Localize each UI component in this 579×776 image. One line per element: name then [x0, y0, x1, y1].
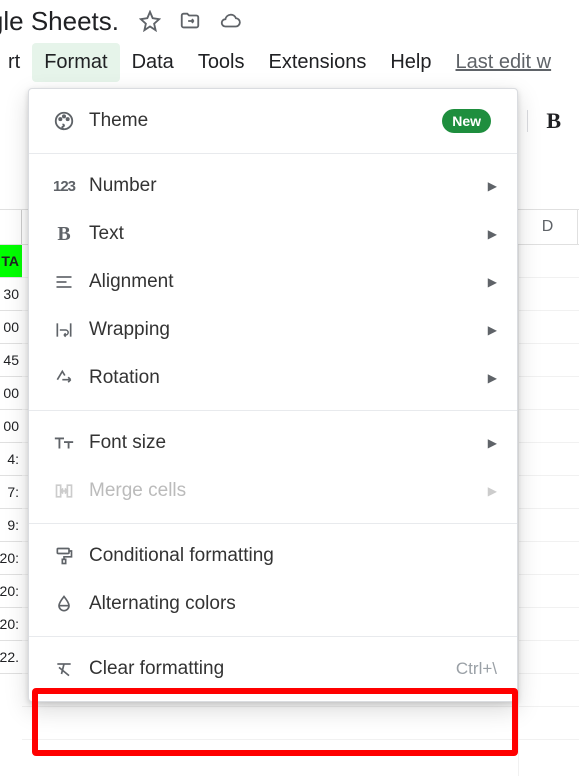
menu-item-conditional-formatting[interactable]: Conditional formatting	[29, 532, 517, 580]
chevron-right-icon: ▶	[488, 436, 497, 450]
menu-extensions[interactable]: Extensions	[257, 43, 379, 82]
menu-item-alignment[interactable]: Alignment ▶	[29, 258, 517, 306]
menu-tools[interactable]: Tools	[186, 43, 257, 82]
row-frag: 00	[0, 311, 22, 344]
menu-separator	[29, 523, 517, 524]
row-header-fragments: TA 30 00 45 00 00 4: 7: 9: 20: 20: 20: 2…	[0, 245, 22, 674]
bold-button[interactable]: B	[546, 108, 561, 134]
menu-item-merge-cells: Merge cells ▶	[29, 467, 517, 515]
menu-data[interactable]: Data	[120, 43, 186, 82]
menu-item-label: Clear formatting	[89, 658, 456, 680]
paint-roller-icon	[49, 546, 79, 566]
menu-item-label: Merge cells	[89, 480, 488, 502]
move-icon[interactable]	[179, 10, 201, 32]
row-frag: 9:	[0, 509, 22, 542]
chevron-right-icon: ▶	[488, 227, 497, 241]
align-icon	[49, 272, 79, 292]
menu-item-label: Theme	[89, 110, 442, 132]
menu-bar: rt Format Data Tools Extensions Help Las…	[0, 40, 579, 84]
menu-item-alternating-colors[interactable]: Alternating colors	[29, 580, 517, 628]
row-frag: 30	[0, 278, 22, 311]
menu-item-label: Number	[89, 175, 488, 197]
row-frag: 22.	[0, 641, 22, 674]
font-size-icon	[49, 432, 79, 454]
menu-insert-partial[interactable]: rt	[0, 43, 32, 82]
row-frag: 20:	[0, 542, 22, 575]
row-frag: TA	[0, 245, 22, 278]
row-frag: 20:	[0, 575, 22, 608]
wrap-icon	[49, 320, 79, 340]
chevron-right-icon: ▶	[488, 484, 497, 498]
row-frag: 00	[0, 377, 22, 410]
merge-icon	[49, 481, 79, 501]
menu-item-label: Font size	[89, 432, 488, 454]
menu-item-label: Text	[89, 223, 488, 245]
number-icon: 123	[49, 178, 79, 195]
menu-item-label: Rotation	[89, 367, 488, 389]
row-frag: 4:	[0, 443, 22, 476]
droplet-icon	[49, 594, 79, 614]
menu-separator	[29, 636, 517, 637]
menu-item-wrapping[interactable]: Wrapping ▶	[29, 306, 517, 354]
keyboard-shortcut: Ctrl+\	[456, 659, 497, 679]
row-frag: 00	[0, 410, 22, 443]
menu-item-font-size[interactable]: Font size ▶	[29, 419, 517, 467]
chevron-right-icon: ▶	[488, 275, 497, 289]
menu-item-theme[interactable]: Theme New	[29, 97, 517, 145]
menu-format[interactable]: Format	[32, 43, 119, 82]
menu-item-text[interactable]: B Text ▶	[29, 210, 517, 258]
chevron-right-icon: ▶	[488, 179, 497, 193]
menu-item-number[interactable]: 123 Number ▶	[29, 162, 517, 210]
menu-separator	[29, 410, 517, 411]
cloud-status-icon[interactable]	[219, 10, 241, 32]
row-frag: 45	[0, 344, 22, 377]
palette-icon	[49, 110, 79, 132]
last-edit-link[interactable]: Last edit w	[456, 51, 552, 74]
menu-item-clear-formatting[interactable]: Clear formatting Ctrl+\	[29, 645, 517, 693]
bold-icon: B	[49, 223, 79, 246]
star-icon[interactable]	[139, 10, 161, 32]
row-frag: 7:	[0, 476, 22, 509]
menu-item-rotation[interactable]: Rotation ▶	[29, 354, 517, 402]
menu-item-label: Alternating colors	[89, 593, 497, 615]
rotation-icon	[49, 368, 79, 388]
document-title[interactable]: oogle Sheets.	[0, 6, 119, 37]
new-badge: New	[442, 109, 491, 133]
chevron-right-icon: ▶	[488, 323, 497, 337]
chevron-right-icon: ▶	[488, 371, 497, 385]
toolbar-separator	[527, 110, 528, 132]
column-header-d[interactable]: D	[518, 210, 578, 244]
format-menu-dropdown: Theme New 123 Number ▶ B Text ▶ Alignmen…	[28, 88, 518, 702]
menu-item-label: Alignment	[89, 271, 488, 293]
menu-item-label: Wrapping	[89, 319, 488, 341]
clear-format-icon	[49, 659, 79, 679]
row-frag: 20:	[0, 608, 22, 641]
menu-help[interactable]: Help	[378, 43, 443, 82]
menu-separator	[29, 153, 517, 154]
menu-item-label: Conditional formatting	[89, 545, 497, 567]
